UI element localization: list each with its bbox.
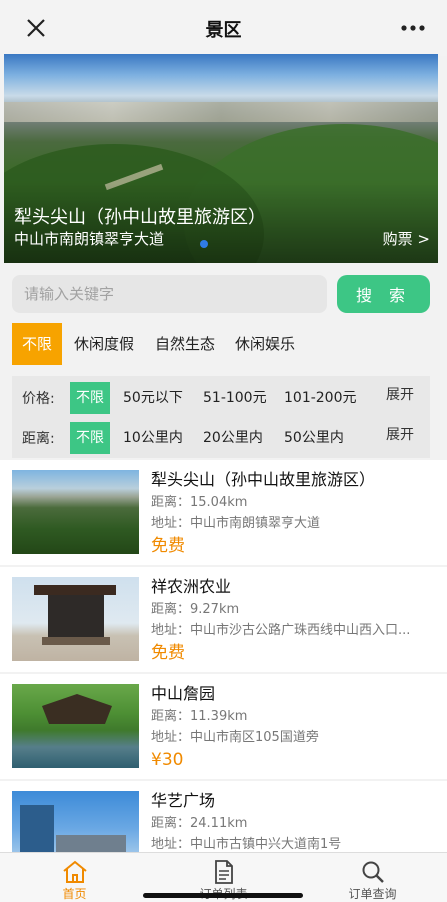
price-option-all[interactable]: 不限	[70, 382, 110, 414]
spot-address: 地址：中山市南区105国道旁	[151, 730, 319, 745]
spot-thumbnail	[12, 684, 139, 768]
spot-thumbnail	[12, 577, 139, 661]
distance-option-50km[interactable]: 50公里内	[284, 422, 344, 454]
search-icon	[362, 861, 384, 883]
gate-base-shape	[42, 637, 110, 645]
category-leisure-entertainment[interactable]: 休闲娱乐	[235, 323, 295, 365]
search-input[interactable]	[12, 275, 327, 313]
distance-expand-button[interactable]: 展开	[386, 424, 414, 444]
distance-filter-row: 距离: 不限 10公里内 20公里内 50公里内 展开	[12, 422, 430, 454]
list-item[interactable]: 犁头尖山（孙中山故里旅游区） 距离：15.04km 地址：中山市南朗镇翠亨大道 …	[0, 460, 447, 565]
tab-label: 首页	[62, 887, 87, 901]
banner-address: 中山市南朗镇翠亨大道	[14, 230, 165, 248]
banner-city-strip	[4, 102, 438, 122]
spot-name: 犁头尖山（孙中山故里旅游区）	[151, 470, 376, 489]
carousel-indicator[interactable]	[200, 240, 208, 248]
price-filter-label: 价格:	[22, 391, 55, 407]
more-icon[interactable]	[399, 18, 427, 38]
spot-address: 地址：中山市沙古公路广珠西线中山西入口...	[151, 623, 411, 638]
top-nav-bar: 景区	[0, 0, 447, 56]
tab-home[interactable]: 首页	[0, 855, 149, 902]
list-item[interactable]: 中山詹园 距离：11.39km 地址：中山市南区105国道旁 ¥30	[0, 674, 447, 779]
spot-distance: 距离：24.11km	[151, 816, 248, 831]
price-option-under-50[interactable]: 50元以下	[123, 382, 183, 414]
price-option-51-100[interactable]: 51-100元	[203, 382, 267, 414]
category-leisure-vacation[interactable]: 休闲度假	[74, 323, 134, 365]
distance-option-all[interactable]: 不限	[70, 422, 110, 454]
category-tabs: 不限 休闲度假 自然生态 休闲娱乐	[12, 323, 430, 367]
gate-roof-shape	[34, 585, 116, 595]
home-icon	[62, 860, 87, 883]
spot-distance: 距离：9.27km	[151, 602, 240, 617]
spot-distance: 距离：15.04km	[151, 495, 248, 510]
price-filter-row: 价格: 不限 50元以下 51-100元 101-200元 展开	[12, 382, 430, 414]
price-expand-button[interactable]: 展开	[386, 384, 414, 404]
spot-name: 祥农洲农业	[151, 577, 232, 596]
home-indicator[interactable]	[143, 893, 303, 898]
document-icon	[214, 860, 233, 884]
distance-filter-label: 距离:	[22, 431, 55, 447]
spot-price: ¥30	[151, 750, 184, 770]
distance-option-20km[interactable]: 20公里内	[203, 422, 263, 454]
spot-thumbnail	[12, 470, 139, 554]
pavilion-shape	[42, 694, 112, 724]
price-option-101-200[interactable]: 101-200元	[284, 382, 357, 414]
spot-name: 中山詹园	[151, 684, 216, 703]
spot-name: 华艺广场	[151, 791, 216, 810]
banner-title: 犁头尖山（孙中山故里旅游区）	[14, 207, 266, 228]
spot-distance: 距离：11.39km	[151, 709, 248, 724]
category-natural-ecology[interactable]: 自然生态	[155, 323, 215, 365]
category-all[interactable]: 不限	[12, 323, 63, 365]
spot-price: 免费	[151, 536, 185, 556]
spot-price: 免费	[151, 643, 185, 663]
distance-option-10km[interactable]: 10公里内	[123, 422, 183, 454]
buy-ticket-link[interactable]: 购票 >	[383, 228, 430, 249]
search-button[interactable]: 搜 索	[337, 275, 430, 313]
gate-body-shape	[48, 595, 104, 637]
spot-address: 地址：中山市南朗镇翠亨大道	[151, 516, 321, 531]
list-item[interactable]: 祥农洲农业 距离：9.27km 地址：中山市沙古公路广珠西线中山西入口... 免…	[0, 567, 447, 672]
page-title: 景区	[205, 20, 242, 41]
tab-order-query[interactable]: 订单查询	[298, 855, 447, 902]
tab-label: 订单查询	[348, 887, 397, 901]
filter-panel: 价格: 不限 50元以下 51-100元 101-200元 展开 距离: 不限 …	[12, 376, 430, 458]
banner-carousel[interactable]: 犁头尖山（孙中山故里旅游区） 中山市南朗镇翠亨大道 购票 >	[4, 54, 438, 263]
